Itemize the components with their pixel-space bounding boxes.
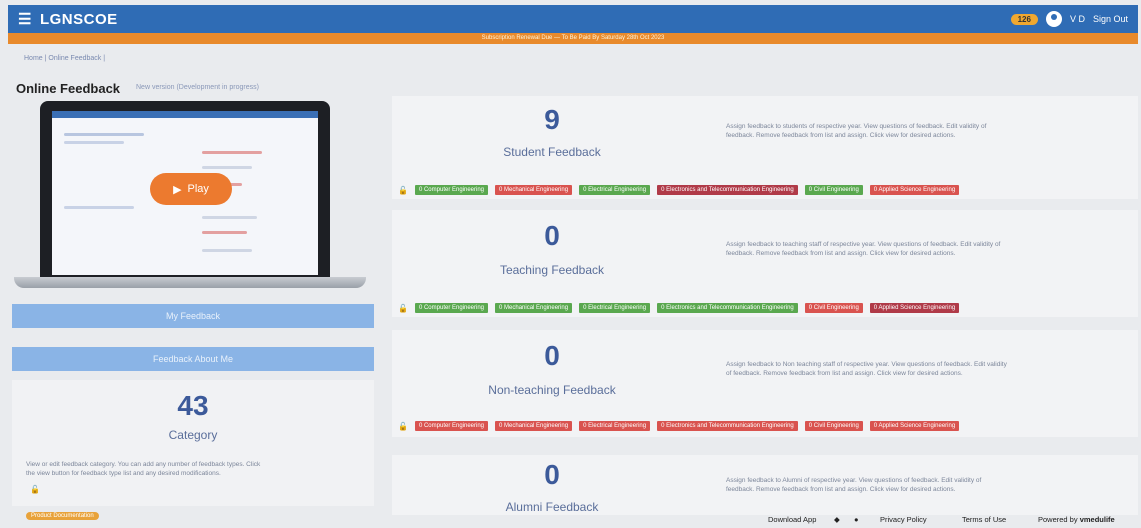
- product-documentation-badge[interactable]: Product Documentation: [26, 512, 99, 520]
- teaching-feedback-description: Assign feedback to teaching staff of res…: [726, 241, 1001, 257]
- powered-by-brand: vmedulife: [1079, 515, 1115, 524]
- department-tag[interactable]: 0 Electronics and Telecommunication Engi…: [657, 421, 798, 431]
- play-button[interactable]: ▶ Play: [150, 173, 232, 205]
- department-tag[interactable]: 0 Mechanical Engineering: [495, 421, 573, 431]
- department-tag[interactable]: 0 Civil Engineering: [804, 303, 863, 313]
- department-tag[interactable]: 0 Mechanical Engineering: [495, 185, 573, 195]
- page-title: Online Feedback: [16, 81, 121, 96]
- department-tag[interactable]: 0 Electronics and Telecommunication Engi…: [657, 303, 798, 313]
- department-tag[interactable]: 0 Computer Engineering: [414, 421, 489, 431]
- department-tag[interactable]: 0 Computer Engineering: [414, 185, 489, 195]
- sign-out-link[interactable]: Sign Out: [1093, 14, 1128, 24]
- student-feedback-card: 9 Student Feedback Assign feedback to st…: [392, 96, 1138, 199]
- department-tag[interactable]: 0 Computer Engineering: [414, 303, 489, 313]
- student-feedback-tags: 🔓 0 Computer Engineering 0 Mechanical Eng…: [398, 185, 960, 195]
- breadcrumb[interactable]: Home | Online Feedback |: [24, 55, 105, 62]
- powered-by-label: Powered by vmedulife: [1038, 515, 1115, 524]
- android-icon[interactable]: ◆: [834, 515, 840, 524]
- laptop-base: [14, 277, 366, 288]
- department-tag[interactable]: 0 Applied Science Engineering: [869, 303, 960, 313]
- department-tag[interactable]: 0 Electrical Engineering: [579, 303, 651, 313]
- apple-icon[interactable]: ●: [854, 515, 859, 524]
- department-tag[interactable]: 0 Mechanical Engineering: [495, 303, 573, 313]
- download-app-link[interactable]: Download App: [768, 515, 816, 524]
- teaching-feedback-count: 0: [544, 220, 560, 251]
- alumni-feedback-count: 0: [544, 459, 560, 490]
- student-feedback-description: Assign feedback to students of respectiv…: [726, 123, 987, 139]
- department-tag[interactable]: 0 Applied Science Engineering: [869, 185, 960, 195]
- brand-name: LGNSCOE: [39, 10, 118, 28]
- alumni-feedback-description: Assign feedback to Alumni of respective …: [726, 477, 982, 493]
- lock-icon[interactable]: 🔓: [398, 186, 408, 195]
- category-description: View or edit feedback category. You can …: [26, 461, 261, 477]
- alumni-feedback-title: Alumni Feedback: [505, 500, 599, 514]
- video-screen: ▶ Play: [52, 111, 318, 275]
- category-card: 43 Category View or edit feedback catego…: [12, 380, 374, 506]
- video-preview[interactable]: ▶ Play: [40, 101, 330, 279]
- teaching-feedback-tags: 🔓 0 Computer Engineering 0 Mechanical Eng…: [398, 303, 960, 313]
- user-initials[interactable]: V D: [1070, 14, 1085, 24]
- teaching-feedback-title: Teaching Feedback: [499, 263, 605, 277]
- lock-icon[interactable]: 🔓: [30, 485, 40, 494]
- department-tag[interactable]: 0 Electrical Engineering: [579, 185, 651, 195]
- non-teaching-feedback-count: 0: [544, 340, 560, 371]
- menu-icon[interactable]: ☰: [18, 10, 32, 28]
- terms-link[interactable]: Terms of Use: [962, 515, 1006, 524]
- department-tag[interactable]: 0 Electrical Engineering: [579, 421, 651, 431]
- department-tag[interactable]: 0 Electronics and Telecommunication Engi…: [657, 185, 798, 195]
- department-tag[interactable]: 0 Civil Engineering: [804, 185, 863, 195]
- department-tag[interactable]: 0 Applied Science Engineering: [869, 421, 960, 431]
- non-teaching-feedback-tags: 🔓 0 Computer Engineering 0 Mechanical Eng…: [398, 421, 960, 431]
- play-icon: ▶: [173, 183, 182, 196]
- category-label: Category: [168, 428, 218, 442]
- notification-count-badge[interactable]: 126: [1010, 13, 1038, 25]
- non-teaching-feedback-title: Non-teaching Feedback: [488, 383, 616, 397]
- top-navbar: ☰ LGNSCOE 126 V D Sign Out: [8, 5, 1138, 33]
- category-count: 43: [177, 390, 209, 421]
- student-feedback-title: Student Feedback: [503, 145, 601, 159]
- user-avatar-icon[interactable]: [1045, 11, 1062, 27]
- teaching-feedback-card: 0 Teaching Feedback Assign feedback to t…: [392, 210, 1138, 317]
- feedback-about-me-button[interactable]: Feedback About Me: [12, 347, 374, 371]
- page-subtitle: New version (Development in progress): [136, 84, 259, 91]
- student-feedback-count: 9: [544, 104, 560, 135]
- alumni-feedback-card: 0 Alumni Feedback Assign feedback to Alu…: [392, 455, 1138, 515]
- non-teaching-feedback-description: Assign feedback to Non teaching staff of…: [726, 361, 1007, 377]
- department-tag[interactable]: 0 Civil Engineering: [804, 421, 863, 431]
- lock-icon[interactable]: 🔓: [398, 422, 408, 431]
- header-right: 126 V D Sign Out: [1010, 11, 1128, 27]
- subscription-notice: Subscription Renewal Due — To Be Paid By…: [8, 33, 1138, 44]
- brand[interactable]: ☰ LGNSCOE: [18, 10, 118, 29]
- lock-icon[interactable]: 🔓: [398, 304, 408, 313]
- my-feedback-button[interactable]: My Feedback: [12, 304, 374, 328]
- privacy-policy-link[interactable]: Privacy Policy: [880, 515, 927, 524]
